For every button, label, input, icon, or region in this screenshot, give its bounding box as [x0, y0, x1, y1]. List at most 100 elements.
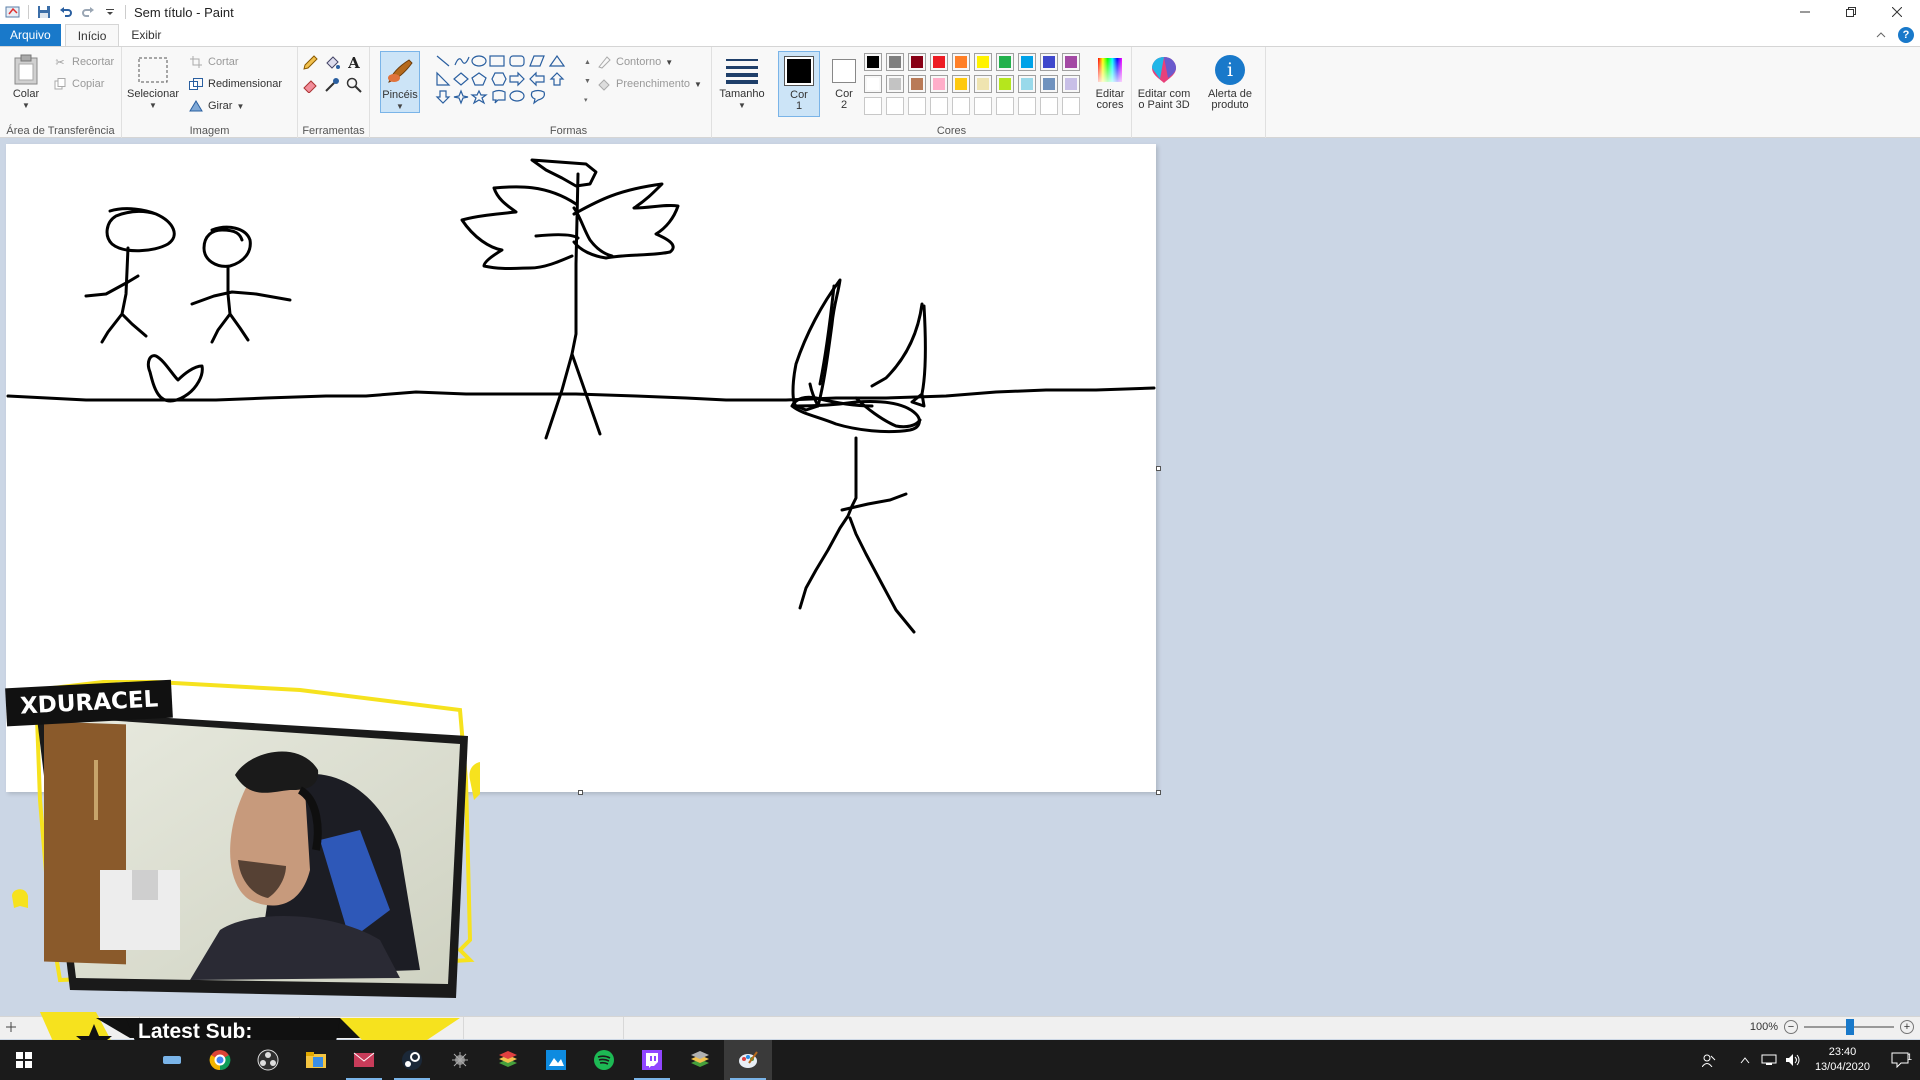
custom-color-slot[interactable]: [1040, 97, 1058, 115]
color-swatch[interactable]: [1040, 75, 1058, 93]
color-swatch[interactable]: [886, 53, 904, 71]
crop-button[interactable]: Cortar: [188, 53, 239, 71]
rotate-button[interactable]: Girar ▼: [188, 97, 244, 115]
taskbar: 23:40 13/04/2020 1: [0, 1040, 1920, 1080]
collapse-ribbon-icon[interactable]: [1876, 28, 1886, 42]
size-button[interactable]: Tamanho ▼: [718, 53, 766, 111]
bluestacks-multi-icon[interactable]: [676, 1040, 724, 1080]
color-swatch[interactable]: [952, 75, 970, 93]
copy-button[interactable]: Copiar: [52, 75, 104, 93]
edit-colors-button[interactable]: Editar cores: [1090, 53, 1130, 111]
volume-icon[interactable]: [1781, 1053, 1805, 1067]
spotify-icon[interactable]: [580, 1040, 628, 1080]
people-icon[interactable]: [1697, 1053, 1721, 1067]
undo-icon[interactable]: [55, 1, 77, 23]
custom-color-slot[interactable]: [952, 97, 970, 115]
color-swatch-fill: [955, 78, 967, 90]
help-icon[interactable]: ?: [1898, 27, 1914, 43]
custom-color-slot[interactable]: [996, 97, 1014, 115]
paint-app-icon[interactable]: [2, 1, 24, 23]
fill-button[interactable]: Preenchimento ▼: [596, 75, 702, 93]
close-button[interactable]: [1874, 0, 1920, 24]
twitch-icon[interactable]: [628, 1040, 676, 1080]
show-hidden-icons[interactable]: [1733, 1056, 1757, 1064]
color-swatch[interactable]: [930, 75, 948, 93]
info-icon: i: [1213, 53, 1247, 87]
network-icon[interactable]: [1757, 1054, 1781, 1066]
resize-button[interactable]: Redimensionar: [188, 75, 282, 93]
color-swatch[interactable]: [996, 53, 1014, 71]
resize-handle-bottom[interactable]: [578, 790, 583, 795]
color-swatch[interactable]: [974, 75, 992, 93]
color-swatch[interactable]: [1062, 75, 1080, 93]
color2-button[interactable]: Cor 2: [826, 51, 862, 117]
color-swatch[interactable]: [886, 75, 904, 93]
color-swatch[interactable]: [1018, 53, 1036, 71]
restore-button[interactable]: [1828, 0, 1874, 24]
bug-app-icon[interactable]: [436, 1040, 484, 1080]
outline-button[interactable]: Contorno ▼: [596, 53, 673, 71]
file-explorer-icon[interactable]: [292, 1040, 340, 1080]
crop-icon: [188, 54, 204, 70]
custom-color-slot[interactable]: [908, 97, 926, 115]
color-picker-icon[interactable]: [324, 77, 340, 93]
custom-color-slot[interactable]: [1018, 97, 1036, 115]
color-swatch[interactable]: [1040, 53, 1058, 71]
start-button[interactable]: [0, 1040, 48, 1080]
custom-color-slot[interactable]: [864, 97, 882, 115]
paint-taskbar-icon[interactable]: [724, 1040, 772, 1080]
brushes-button[interactable]: Pincéis ▼: [380, 51, 420, 113]
custom-color-slot[interactable]: [1062, 97, 1080, 115]
tab-home[interactable]: Início: [64, 24, 120, 46]
color-swatch[interactable]: [908, 75, 926, 93]
color-swatch[interactable]: [1062, 53, 1080, 71]
mail-app-icon[interactable]: [340, 1040, 388, 1080]
fill-bucket-icon[interactable]: [324, 55, 340, 71]
color-swatch[interactable]: [864, 53, 882, 71]
color-swatch[interactable]: [996, 75, 1014, 93]
chrome-icon[interactable]: [196, 1040, 244, 1080]
eraser-icon[interactable]: [302, 77, 318, 93]
redo-icon[interactable]: [77, 1, 99, 23]
color-swatch[interactable]: [974, 53, 992, 71]
color-swatch[interactable]: [864, 75, 882, 93]
paste-button[interactable]: Colar ▼: [6, 53, 46, 111]
tab-view[interactable]: Exibir: [119, 24, 173, 46]
minimize-button[interactable]: [1782, 0, 1828, 24]
product-alert-button[interactable]: i Alerta de produto: [1200, 53, 1260, 111]
color-swatch[interactable]: [930, 53, 948, 71]
color-swatch[interactable]: [1018, 75, 1036, 93]
photos-app-icon[interactable]: [532, 1040, 580, 1080]
color-swatch[interactable]: [952, 53, 970, 71]
custom-color-slot[interactable]: [974, 97, 992, 115]
color-swatch[interactable]: [908, 53, 926, 71]
notification-center-icon[interactable]: 1: [1880, 1052, 1920, 1068]
tab-file[interactable]: Arquivo: [0, 24, 61, 46]
pencil-icon[interactable]: [302, 55, 318, 71]
custom-color-slot[interactable]: [930, 97, 948, 115]
zoom-slider[interactable]: [1804, 1019, 1894, 1035]
size-group: Tamanho ▼: [712, 47, 772, 139]
custom-color-slot[interactable]: [886, 97, 904, 115]
color1-button[interactable]: Cor 1: [778, 51, 820, 117]
zoom-out-button[interactable]: −: [1784, 1020, 1798, 1034]
resize-handle-right[interactable]: [1156, 466, 1161, 471]
taskbar-app-tray-icon[interactable]: [148, 1040, 196, 1080]
save-icon[interactable]: [33, 1, 55, 23]
clock[interactable]: 23:40 13/04/2020: [1805, 1045, 1880, 1075]
text-tool-icon[interactable]: A: [346, 54, 362, 72]
obs-icon[interactable]: [244, 1040, 292, 1080]
customize-qat-icon[interactable]: [99, 1, 121, 23]
cut-button[interactable]: ✂ Recortar: [52, 53, 114, 71]
shapes-gallery[interactable]: [434, 53, 584, 111]
steam-icon[interactable]: [388, 1040, 436, 1080]
select-button[interactable]: Selecionar ▼: [127, 53, 179, 111]
resize-handle-corner[interactable]: [1156, 790, 1161, 795]
edit-paint3d-button[interactable]: Editar com o Paint 3D: [1134, 53, 1194, 111]
zoom-in-button[interactable]: +: [1900, 1020, 1914, 1034]
magnifier-icon[interactable]: [346, 77, 362, 93]
separator: [125, 5, 126, 19]
zoom-slider-thumb[interactable]: [1846, 1019, 1854, 1035]
shapes-scroll[interactable]: ▲ ▼ ▾: [584, 53, 592, 111]
bluestacks-icon[interactable]: [484, 1040, 532, 1080]
